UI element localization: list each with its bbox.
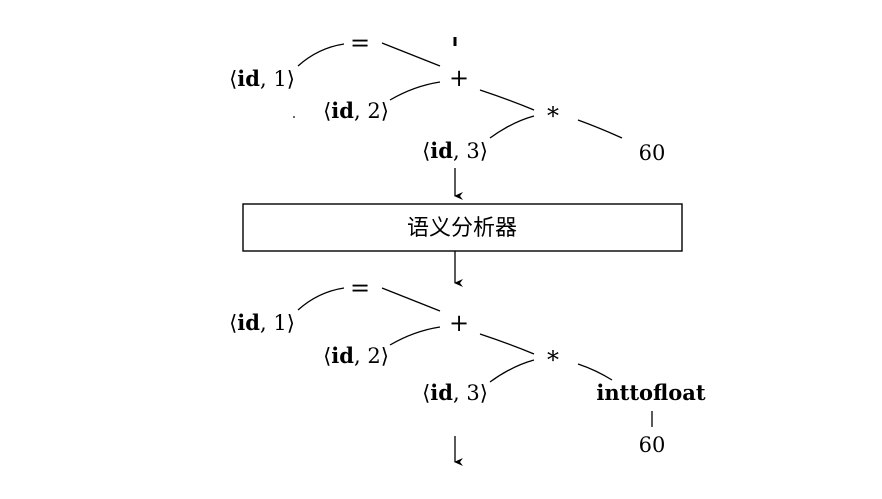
- top-const-60: 60: [639, 141, 666, 165]
- top-plus-op: +: [449, 64, 469, 92]
- bottom-syntax-tree: = + * ⟨id, 1⟩ ⟨id, 2⟩ ⟨id, 3⟩ inttofloat…: [229, 274, 706, 457]
- top-edge-assign-plus: [381, 42, 441, 67]
- bottom-edge-assign-plus: [381, 287, 441, 312]
- syntax-tree-diagram: = + * ⟨id, 1⟩ ⟨id, 2⟩ ⟨id, 3⟩ 60 语义分析器 =…: [229, 29, 706, 466]
- semantic-analyzer-box: 语义分析器: [242, 203, 683, 252]
- top-edge-plus-times: [479, 89, 535, 111]
- bottom-id1-token: ⟨id, 1⟩: [229, 310, 295, 335]
- bottom-edge-times-id3: [489, 359, 535, 383]
- bottom-edge-plus-id2: [389, 326, 441, 346]
- bottom-id2-token: ⟨id, 2⟩: [323, 343, 389, 368]
- top-id1-token: ⟨id, 1⟩: [229, 66, 295, 91]
- top-syntax-tree: = + * ⟨id, 1⟩ ⟨id, 2⟩ ⟨id, 3⟩ 60: [229, 29, 665, 165]
- top-edge-times-60: [577, 119, 623, 139]
- bottom-id3-token: ⟨id, 3⟩: [422, 380, 488, 405]
- analyzer-label: 语义分析器: [407, 216, 517, 241]
- bottom-edge-times-inttofloat: [577, 363, 613, 381]
- top-edge-assign-id1: [297, 43, 345, 67]
- scan-speck: [293, 116, 295, 118]
- top-id3-token: ⟨id, 3⟩: [422, 138, 488, 163]
- top-times-op: *: [547, 102, 559, 130]
- bottom-edge-plus-times: [479, 333, 535, 355]
- bottom-edge-assign-id1: [297, 287, 345, 311]
- bottom-const-60: 60: [639, 433, 666, 457]
- bottom-plus-op: +: [449, 309, 469, 337]
- top-edge-plus-id2: [389, 81, 441, 101]
- top-edge-times-id3: [489, 115, 535, 139]
- top-id2-token: ⟨id, 2⟩: [323, 98, 389, 123]
- bottom-inttofloat-node: inttofloat: [596, 380, 706, 405]
- bottom-times-op: *: [547, 346, 559, 374]
- top-assign-op: =: [350, 29, 370, 57]
- bottom-assign-op: =: [350, 274, 370, 302]
